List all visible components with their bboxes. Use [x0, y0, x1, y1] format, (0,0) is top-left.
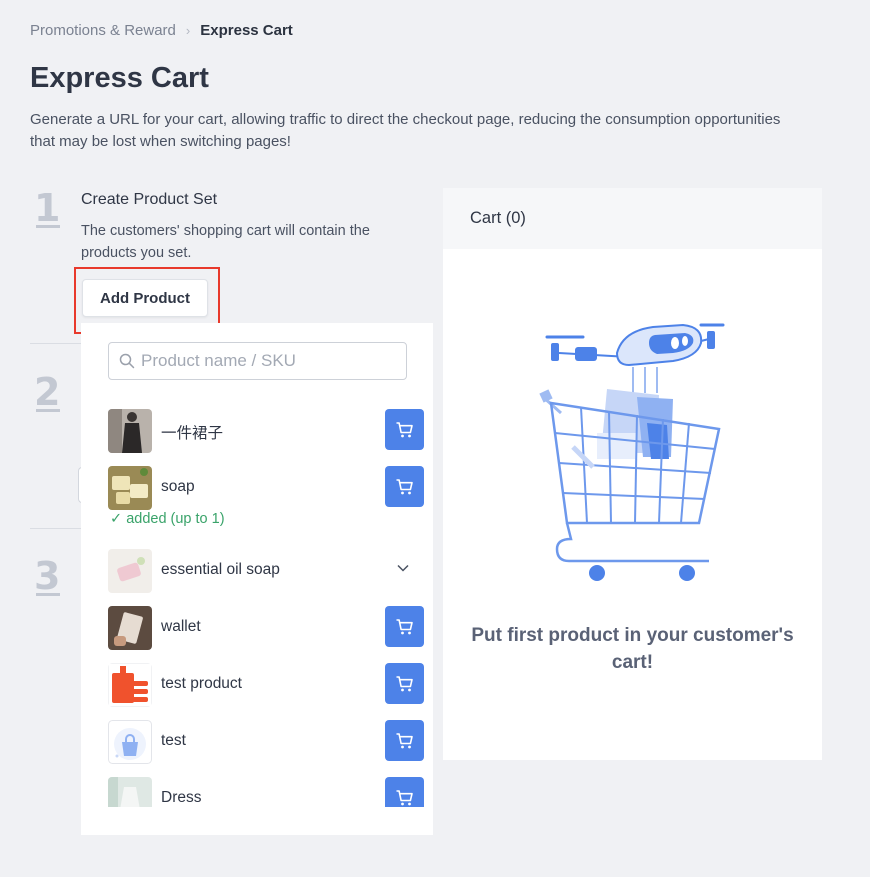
check-icon: ✓ [110, 511, 123, 527]
cart-icon [396, 478, 413, 494]
product-thumbnail [108, 663, 152, 707]
cart-icon [396, 421, 413, 437]
product-name: Dress [161, 789, 202, 806]
product-item: 一件裙子 [108, 409, 426, 453]
breadcrumb: Promotions & Reward › Express Cart [30, 22, 293, 39]
add-to-cart-button[interactable] [385, 409, 424, 450]
product-search [108, 342, 407, 380]
product-thumbnail [108, 777, 152, 807]
product-thumbnail [108, 606, 152, 650]
cart-preview-panel: Cart (0) Put first product in your custo… [443, 188, 822, 760]
cart-icon [396, 732, 413, 748]
page-description: Generate a URL for your cart, allowing t… [30, 111, 781, 150]
page-title: Express Cart [30, 62, 209, 94]
product-list[interactable]: 一件裙子 soap [81, 323, 433, 807]
step-1-title: Create Product Set [81, 191, 218, 208]
product-item[interactable]: essential oil soap [108, 549, 426, 593]
add-to-cart-button[interactable] [385, 663, 424, 704]
add-to-cart-button[interactable] [385, 466, 424, 507]
product-name: essential oil soap [161, 561, 280, 578]
add-to-cart-button[interactable] [385, 777, 424, 807]
breadcrumb-current: Express Cart [200, 22, 293, 39]
product-item: Dress [108, 777, 426, 807]
breadcrumb-separator: › [185, 23, 191, 38]
cart-icon [396, 675, 413, 691]
drone-cart-illustration [539, 323, 725, 581]
product-item: test product [108, 663, 426, 707]
product-thumbnail [108, 466, 152, 510]
add-to-cart-button[interactable] [385, 720, 424, 761]
product-name: test [161, 732, 186, 749]
product-item: test [108, 720, 426, 764]
product-thumbnail [108, 720, 152, 764]
product-item: soap [108, 466, 426, 510]
step-number-1: 1 [34, 186, 61, 230]
product-name: test product [161, 675, 242, 692]
product-thumbnail [108, 549, 152, 593]
product-item: wallet [108, 606, 426, 650]
cart-empty-message: Put first product in your customer's car… [471, 625, 794, 673]
cart-header: Cart (0) [443, 188, 822, 249]
step-1-description: The customers' shopping cart will contai… [81, 223, 370, 261]
step-number-2: 2 [34, 370, 61, 414]
chevron-down-icon[interactable] [396, 561, 410, 575]
step-number-3: 3 [34, 554, 61, 598]
add-product-button[interactable]: Add Product [82, 279, 208, 317]
search-input[interactable] [141, 351, 391, 371]
breadcrumb-promotions-link[interactable]: Promotions & Reward [30, 22, 176, 39]
added-status: ✓ added (up to 1) [110, 511, 225, 527]
product-dropdown: 一件裙子 soap [81, 323, 433, 835]
product-thumbnail [108, 409, 152, 453]
product-name: soap [161, 478, 195, 495]
cart-icon [396, 789, 413, 805]
cart-icon [396, 618, 413, 634]
add-to-cart-button[interactable] [385, 606, 424, 647]
search-icon [119, 353, 135, 369]
product-name: 一件裙子 [161, 425, 224, 442]
product-name: wallet [161, 618, 201, 635]
